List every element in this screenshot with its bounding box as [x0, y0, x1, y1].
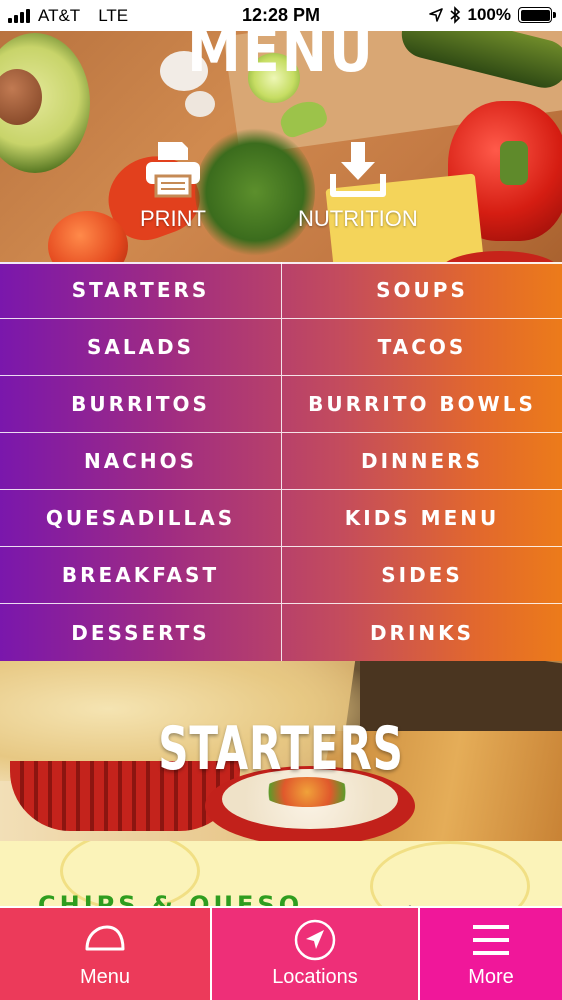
- battery-fill: [520, 9, 550, 21]
- printer-icon: [146, 142, 200, 198]
- battery-icon: [518, 7, 556, 23]
- category-burrito-bowls[interactable]: BURRITO BOWLS: [282, 376, 562, 433]
- print-label: PRINT: [140, 206, 206, 231]
- category-dinners[interactable]: DINNERS: [282, 433, 562, 490]
- category-salads[interactable]: SALADS: [0, 319, 282, 376]
- status-right: 100%: [428, 5, 556, 25]
- nutrition-button[interactable]: NUTRITION: [298, 138, 418, 232]
- grid-top-divider: [0, 262, 562, 264]
- location-services-icon: [428, 8, 443, 22]
- tab-locations-label: Locations: [272, 966, 358, 988]
- bluetooth-icon: [449, 6, 460, 24]
- category-soups[interactable]: SOUPS: [282, 262, 562, 319]
- cilantro-image: [195, 127, 315, 257]
- navigation-arrow-icon: [294, 919, 336, 961]
- category-drinks[interactable]: DRINKS: [282, 604, 562, 661]
- category-burritos[interactable]: BURRITOS: [0, 376, 282, 433]
- pepper-stem-image: [500, 141, 528, 185]
- tab-menu-label: Menu: [79, 966, 131, 988]
- taco-icon: [85, 925, 125, 951]
- category-breakfast[interactable]: BREAKFAST: [0, 547, 282, 604]
- tab-more-label: More: [468, 966, 514, 988]
- category-quesadillas[interactable]: QUESADILLAS: [0, 490, 282, 547]
- category-starters[interactable]: STARTERS: [0, 262, 282, 319]
- page-title: MENU: [187, 31, 375, 86]
- category-desserts[interactable]: DESSERTS: [0, 604, 282, 661]
- status-bar: AT&T LTE 12:28 PM 100%: [0, 0, 562, 31]
- download-icon: [329, 142, 386, 197]
- tab-locations[interactable]: Locations: [210, 908, 420, 1000]
- menu-category-grid: STARTERS SOUPS SALADS TACOS BURRITOS BUR…: [0, 262, 562, 661]
- garlic-clove-image: [185, 91, 215, 117]
- hamburger-menu-icon: [473, 925, 509, 955]
- category-kids-menu[interactable]: KIDS MENU: [282, 490, 562, 547]
- category-nachos[interactable]: NACHOS: [0, 433, 282, 490]
- category-tacos[interactable]: TACOS: [282, 319, 562, 376]
- tab-menu[interactable]: Menu: [0, 908, 210, 1000]
- tab-more[interactable]: More: [420, 908, 562, 1000]
- battery-percent: 100%: [467, 5, 511, 24]
- starters-banner: STARTERS: [0, 661, 562, 841]
- hero-banner: MENU PRINT NUTRITION: [0, 31, 562, 262]
- section-banner-title: STARTERS: [158, 713, 404, 784]
- category-sides[interactable]: SIDES: [282, 547, 562, 604]
- bottom-tab-bar: Menu Locations More: [0, 906, 562, 1000]
- print-button[interactable]: PRINT: [140, 138, 206, 232]
- nutrition-label: NUTRITION: [298, 206, 418, 231]
